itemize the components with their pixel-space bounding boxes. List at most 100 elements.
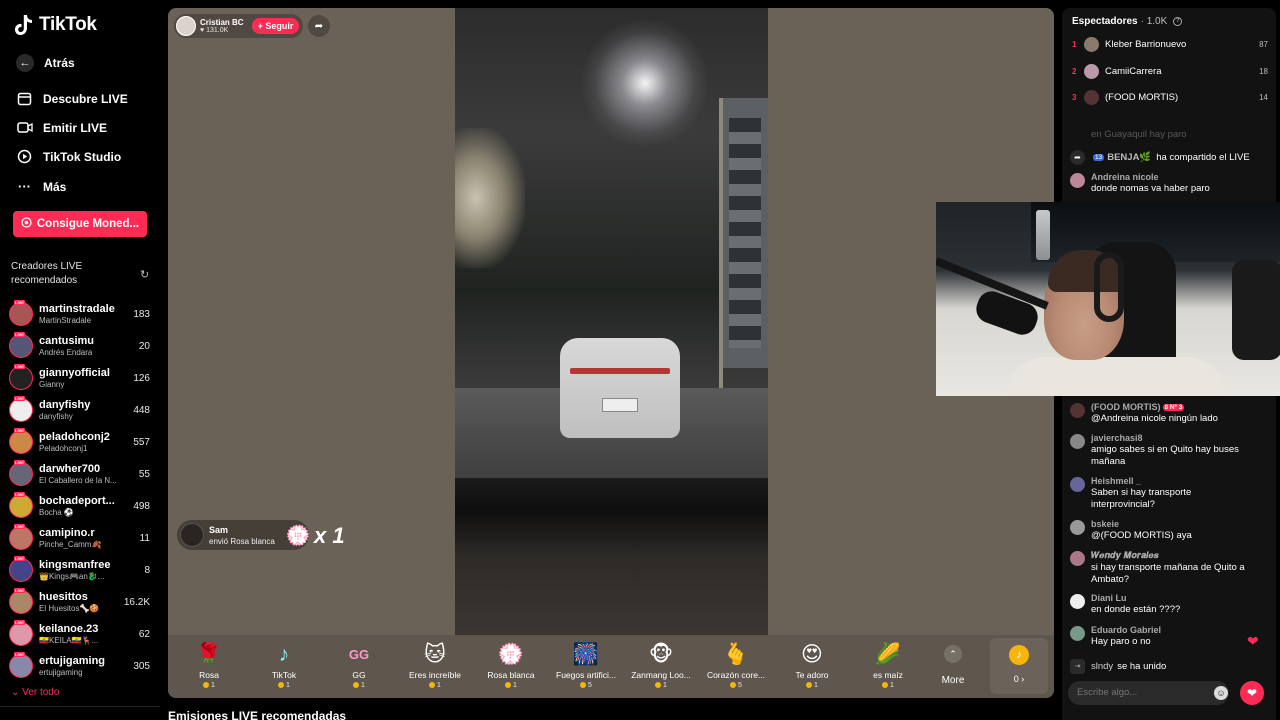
creator-item[interactable]: LIVE keilanoe.23 🇪🇨KEILA🇪🇨🦌... 62 [9,618,153,650]
creator-item[interactable]: LIVE bochadeport... Bocha ⚽ 498 [9,490,153,522]
gift-item-corazon[interactable]: 🫰 Corazón core... 5 [698,641,774,689]
avatar[interactable] [1070,520,1085,535]
gift-price: 1 [171,682,247,689]
gift-price: 1 [321,682,397,689]
sidebar: TikTok ← Atrás Descubre LIVE Emitir LIVE… [0,0,160,720]
creator-subtitle: MartinStradale [39,316,92,325]
creator-subtitle: 👑Kings🎮an🐉... [39,572,105,581]
nav-discover-live[interactable]: Descubre LIVE [16,90,128,107]
gift-price-value: 1 [437,682,441,689]
gift-item-es-maiz[interactable]: 🌽 es maíz 1 [850,641,926,689]
refresh-icon[interactable]: ↻ [140,268,149,281]
more-gifts-button[interactable]: ⌃ More [936,643,970,686]
gift-item-te-adoro[interactable]: 😍 Te adoro 1 [774,641,850,689]
live-video[interactable] [455,8,768,635]
chat-user[interactable]: 𝑾𝒆𝒏𝒅𝒚 𝑴𝒐𝒓𝒂𝒍𝒆𝒔 [1091,550,1266,561]
wallet-button[interactable]: ♪ 0 › [990,638,1048,694]
avatar[interactable] [1070,434,1085,449]
avatar[interactable] [1070,173,1085,188]
avatar: LIVE [9,460,33,486]
creator-item[interactable]: LIVE darwher700 El Caballero de la N... 55 [9,458,153,490]
viewer-count: 126 [133,372,150,384]
avatar[interactable] [1070,551,1085,566]
chat-user[interactable]: Andreina nicole [1091,172,1210,182]
avatar[interactable] [1070,477,1085,492]
back-button[interactable]: ← Atrás [16,54,75,72]
gift-item-tiktok[interactable]: ♪ TikTok 1 [246,641,322,689]
gift-price-value: 1 [361,682,365,689]
creator-item[interactable]: LIVE peladohconj2 Peladohconj1 557 [9,426,153,458]
nav-go-live[interactable]: Emitir LIVE [16,119,107,136]
chat-user[interactable]: bskeie [1091,519,1192,529]
live-badge: LIVE [14,364,25,369]
creator-name: martinstradale [39,303,115,315]
creator-name: huesittos [39,591,88,603]
see-all-link[interactable]: ⌄ Ver todo [11,687,59,698]
heart-eyes-icon: 😍 [801,643,823,666]
gift-name: Zanmang Loo... [631,670,691,680]
creator-subtitle: ertujigaming [39,668,83,677]
chat-text: ha compartido el LIVE [1156,152,1250,163]
avatar[interactable] [1070,403,1085,418]
avatar [1084,89,1099,105]
chat-user[interactable]: Eduardo Gabriel [1091,625,1161,635]
host-info[interactable]: Cristian BC ♥ 131.0K + Seguir [174,14,304,38]
gift-item-rosa-blanca[interactable]: 💮 Rosa blanca 1 [473,641,549,689]
top-viewer[interactable]: 3 (FOOD MORTIS) 14 [1072,89,1268,105]
top-viewer[interactable]: 1 Kleber Barrionuevo 87 [1072,36,1268,52]
creator-subtitle: El Caballero de la N... [39,476,117,485]
creator-item[interactable]: LIVE ertujigaming ertujigaming 305 [9,650,153,682]
gift-name: Rosa [199,670,219,680]
creator-item[interactable]: LIVE cantusimu Andrés Endara 20 [9,330,153,362]
avatar[interactable] [1070,594,1085,609]
gift-item-gg[interactable]: GG GG 1 [321,641,397,689]
creator-item[interactable]: LIVE giannyofficial Gianny 126 [9,362,153,394]
nav-tiktok-studio[interactable]: TikTok Studio [16,148,121,165]
gift-item-zanmang[interactable]: 🐵 Zanmang Loo... 1 [623,641,699,689]
chat-text: Saben si hay transporte interprovincial? [1091,487,1192,510]
gift-item-eres-increible[interactable]: 🐱 Eres increíble 1 [397,641,473,689]
chat-user[interactable]: javierchasi8 [1091,433,1261,443]
chat-user[interactable]: Heishmell _ [1091,476,1231,486]
avatar [1084,63,1099,79]
chat-text: donde nomas va haber paro [1091,183,1210,194]
viewer-rank: 1 [1072,39,1077,49]
nav-more[interactable]: ··· Más [16,178,66,195]
coin-icon [806,682,813,689]
live-stage: Cristian BC ♥ 131.0K + Seguir ➦ Sam envi… [168,8,1054,698]
webcam-overlay [936,202,1280,396]
chat-user[interactable]: Diani Lu [1091,593,1180,603]
get-coins-button[interactable]: Consigue Moned... [13,211,147,237]
creator-item[interactable]: LIVE huesittos El Huesitos🦴🍪 16.2K [9,586,153,618]
viewer-count: 557 [133,436,150,448]
chat-text: en Guayaquil hay paro [1091,129,1187,140]
creator-item[interactable]: LIVE danyfishy danyfishy 448 [9,394,153,426]
coin-icon [429,682,436,689]
share-icon[interactable]: ➦ [308,15,330,37]
viewers-header[interactable]: Espectadores · 1.0K ? [1072,16,1183,27]
viewer-name: (FOOD MORTIS) [1105,91,1179,103]
tiktok-logo-icon [15,15,32,35]
follow-button[interactable]: + Seguir [251,18,300,34]
creator-item[interactable]: LIVE martinstradale MartinStradale 183 [9,298,153,330]
get-coins-label: Consigue Moned... [36,218,140,230]
top-viewer[interactable]: 2 CamiiCarrera 18 [1072,63,1268,79]
chat-user[interactable]: (FOOD MORTIS) 8 Nº 3 [1091,402,1218,412]
creator-item[interactable]: LIVE camipino.r Pinche_Camm🍂 11 [9,522,153,554]
tiktok-logo[interactable]: TikTok [14,14,97,36]
chat-input[interactable] [1068,681,1229,705]
chat-message: bskeie @(FOOD MORTIS) aya [1070,519,1268,542]
emoji-icon[interactable]: ☺ [1214,686,1228,700]
like-heart-button[interactable]: ❤ [1240,681,1264,705]
chat-user[interactable]: BENJA🌿 [1107,152,1151,163]
avatar[interactable] [1070,626,1085,641]
chat-user[interactable]: slndy [1091,661,1113,672]
creator-subtitle: Gianny [39,380,65,389]
coin-icon [203,682,210,689]
gift-item-fuegos-artificiales[interactable]: 🎆 Fuegos artifici... 5 [548,641,624,689]
level-badge: 13 [1093,154,1105,161]
creator-item[interactable]: LIVE kingsmanfree 👑Kings🎮an🐉... 8 [9,554,153,586]
info-icon[interactable]: ? [1173,17,1183,26]
viewer-rank: 2 [1072,66,1077,76]
gift-item-rosa[interactable]: 🌹 Rosa 1 [171,641,247,689]
